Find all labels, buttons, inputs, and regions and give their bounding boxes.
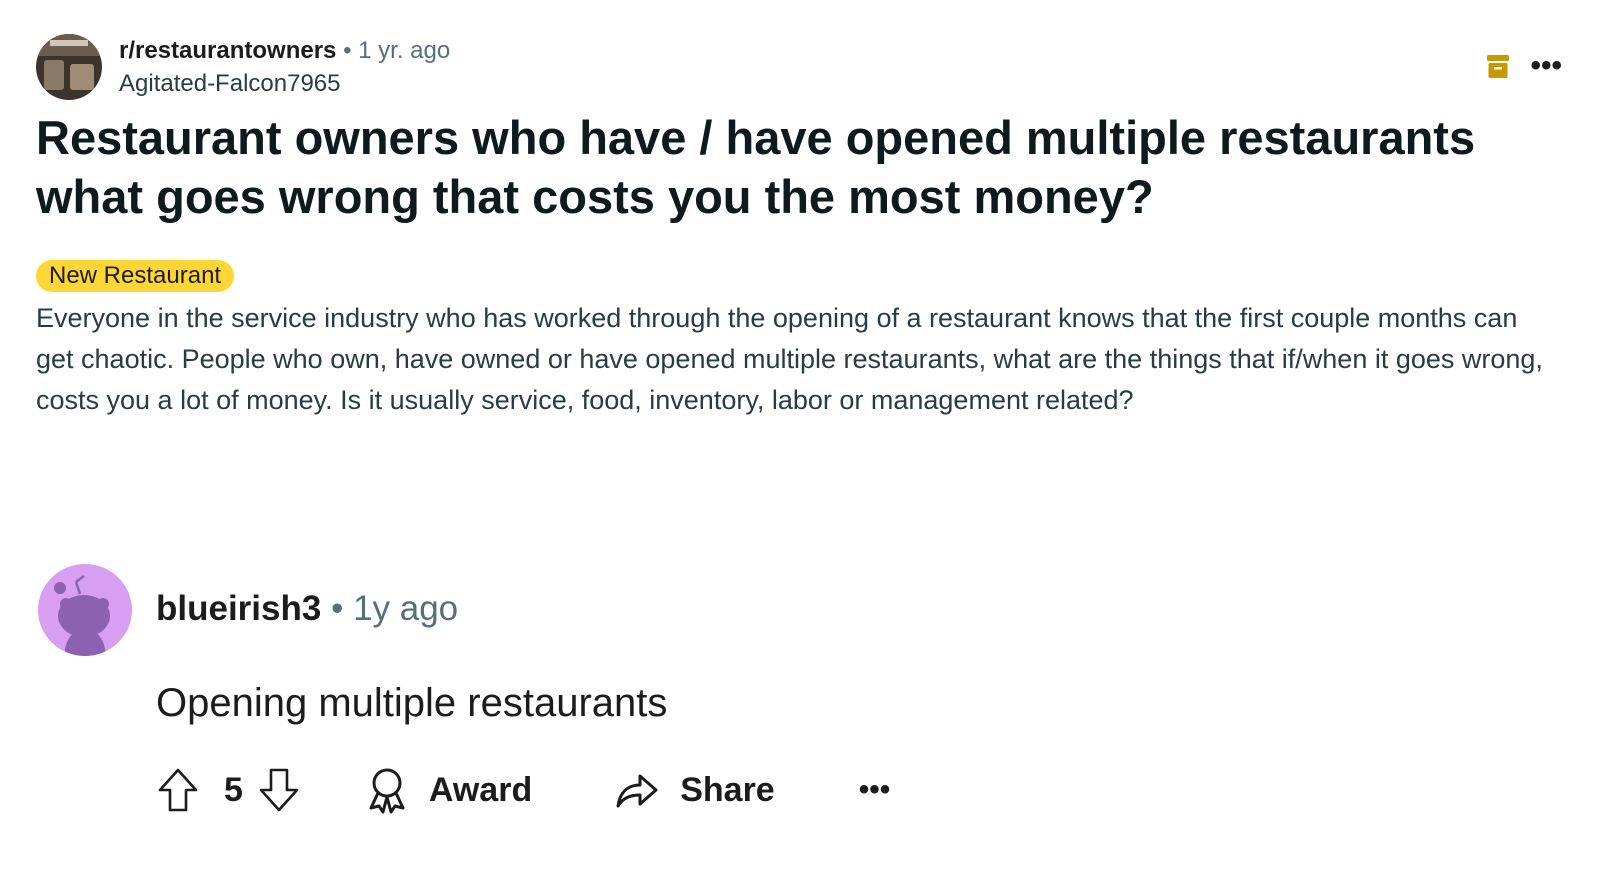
comment-action-bar: 5 Award Share •••: [156, 762, 890, 818]
downvote-icon[interactable]: [257, 766, 301, 814]
award-icon: [369, 768, 405, 814]
comment-avatar[interactable]: [38, 564, 132, 656]
comment-meta: blueirish3 • 1y ago: [156, 585, 458, 633]
post-author[interactable]: Agitated-Falcon7965: [119, 69, 450, 99]
post-header: r/restaurantowners • 1 yr. ago Agitated-…: [36, 34, 450, 100]
archive-icon: [1487, 55, 1510, 78]
comment-time: 1y ago: [353, 589, 459, 628]
post-meta: r/restaurantowners • 1 yr. ago Agitated-…: [119, 36, 450, 99]
share-icon: [616, 774, 658, 808]
share-label: Share: [680, 770, 775, 809]
post-top-actions: •••: [1486, 51, 1562, 81]
snoo-avatar-icon: [54, 575, 110, 656]
more-options-icon[interactable]: •••: [1530, 51, 1562, 81]
subreddit-avatar[interactable]: [36, 34, 102, 100]
more-options-icon[interactable]: •••: [859, 773, 891, 807]
meta-separator: •: [331, 589, 344, 628]
award-button[interactable]: Award: [365, 766, 532, 814]
vote-count: 5: [224, 770, 243, 809]
post-body: Everyone in the service industry who has…: [36, 303, 1543, 415]
post-flair[interactable]: New Restaurant: [36, 260, 235, 292]
upvote-icon[interactable]: [156, 766, 200, 814]
subreddit-link[interactable]: r/restaurantowners: [119, 37, 336, 64]
meta-separator: •: [343, 36, 352, 64]
post-time: 1 yr. ago: [358, 36, 451, 64]
share-button[interactable]: Share: [614, 770, 775, 810]
post-title[interactable]: Restaurant owners who have / have opened…: [36, 108, 1536, 226]
award-label: Award: [428, 770, 533, 809]
comment-username[interactable]: blueirish3: [156, 589, 321, 628]
comment-body: Opening multiple restaurants: [156, 681, 668, 725]
